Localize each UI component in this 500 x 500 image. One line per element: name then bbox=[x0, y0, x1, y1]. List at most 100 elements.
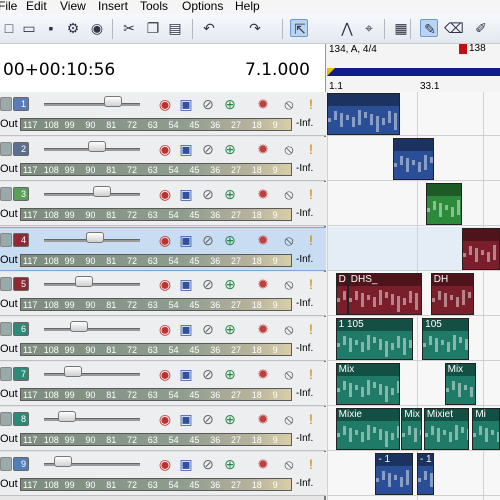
media-event-clip[interactable]: Mixiet bbox=[423, 408, 469, 450]
solo-icon[interactable]: ! bbox=[302, 275, 320, 293]
track-fx-icon[interactable]: ⊕ bbox=[221, 455, 239, 473]
timeline-lane[interactable] bbox=[327, 452, 500, 496]
track-minimize-button[interactable] bbox=[0, 322, 12, 336]
menu-options[interactable]: Options bbox=[182, 0, 223, 13]
media-event-clip[interactable]: Mix bbox=[401, 408, 423, 450]
paint-icon[interactable]: ✐✐ bbox=[472, 19, 490, 37]
cut-icon[interactable]: ✂✂ bbox=[120, 19, 138, 37]
media-event-clip[interactable]: Mixie bbox=[335, 408, 400, 450]
menu-help[interactable]: Help bbox=[235, 0, 260, 13]
solo-icon[interactable]: ! bbox=[302, 320, 320, 338]
track-minimize-button[interactable] bbox=[0, 187, 12, 201]
volume-slider-thumb[interactable] bbox=[104, 96, 123, 107]
record-arm-icon[interactable]: ◉ bbox=[156, 140, 174, 158]
volume-slider[interactable] bbox=[44, 373, 140, 376]
volume-slider-thumb[interactable] bbox=[63, 366, 82, 377]
timeline-area[interactable]: D DHS_ DH 1 105 105 Mix Mix Mixie Mix Mixiet Mi - 1… bbox=[327, 92, 500, 500]
undo-icon[interactable]: ↶↶ bbox=[200, 19, 218, 37]
record-arm-icon[interactable]: ◉ bbox=[156, 95, 174, 113]
solo-icon[interactable]: ! bbox=[302, 455, 320, 473]
track-header[interactable]: 4 ◉ ▣ ⊘ ⊕ ✹ ⦸! Out 117 108 99 90 81 72 63 54 45 36 27 18 9 -I… bbox=[0, 227, 326, 271]
timeline-ruler[interactable]: 134, A, 4/4 138 1.1 33.1 bbox=[327, 43, 500, 92]
eraser-icon[interactable]: ⌫⌫ bbox=[444, 19, 464, 37]
media-event-clip[interactable] bbox=[392, 138, 435, 180]
automation-icon[interactable]: ✹ bbox=[254, 185, 272, 203]
redo-icon[interactable]: ↷↷ bbox=[246, 19, 264, 37]
volume-slider-thumb[interactable] bbox=[87, 141, 106, 152]
mute-icon[interactable]: ⦸ bbox=[280, 185, 298, 203]
track-header[interactable]: 7 ◉ ▣ ⊘ ⊕ ✹ ⦸! Out 117 108 99 90 81 72 63 54 45 36 27 18 9 -I… bbox=[0, 362, 326, 406]
automation-icon[interactable]: ✹ bbox=[254, 365, 272, 383]
media-event-clip[interactable]: DH bbox=[430, 273, 475, 315]
monitor-icon[interactable]: ▣ bbox=[177, 95, 195, 113]
selection-edit-icon[interactable]: ⌖⌖ bbox=[360, 19, 378, 37]
fx-bypass-icon[interactable]: ⊘ bbox=[199, 410, 217, 428]
solo-icon[interactable]: ! bbox=[302, 231, 320, 249]
properties-icon[interactable]: ⚙⚙ bbox=[64, 19, 82, 37]
timeline-lane[interactable] bbox=[327, 182, 500, 226]
fx-bypass-icon[interactable]: ⊘ bbox=[199, 365, 217, 383]
track-minimize-button[interactable] bbox=[0, 97, 12, 111]
media-event-clip[interactable]: 1 105 bbox=[335, 318, 414, 360]
record-arm-icon[interactable]: ◉ bbox=[156, 410, 174, 428]
track-fx-icon[interactable]: ⊕ bbox=[221, 410, 239, 428]
mute-icon[interactable]: ⦸ bbox=[280, 410, 298, 428]
automation-icon[interactable]: ✹ bbox=[254, 455, 272, 473]
monitor-icon[interactable]: ▣ bbox=[177, 410, 195, 428]
volume-slider[interactable] bbox=[44, 103, 140, 106]
copy-icon[interactable]: ❐❐ bbox=[144, 19, 162, 37]
fx-bypass-icon[interactable]: ⊘ bbox=[199, 185, 217, 203]
track-fx-icon[interactable]: ⊕ bbox=[221, 95, 239, 113]
pencil-icon[interactable]: ✎✎ bbox=[420, 19, 438, 37]
track-header[interactable]: 5 ◉ ▣ ⊘ ⊕ ✹ ⦸! Out 117 108 99 90 81 72 63 54 45 36 27 18 9 -I… bbox=[0, 272, 326, 316]
track-fx-icon[interactable]: ⊕ bbox=[221, 365, 239, 383]
paste-icon[interactable]: ▤▤ bbox=[166, 19, 184, 37]
new-icon[interactable]: □□ bbox=[0, 19, 18, 37]
automation-icon[interactable]: ✹ bbox=[254, 140, 272, 158]
mute-icon[interactable]: ⦸ bbox=[280, 275, 298, 293]
automation-icon[interactable]: ✹ bbox=[254, 275, 272, 293]
track-header[interactable]: 8 ◉ ▣ ⊘ ⊕ ✹ ⦸! Out 117 108 99 90 81 72 63 54 45 36 27 18 9 -I… bbox=[0, 407, 326, 451]
loop-region-bar[interactable] bbox=[327, 68, 500, 76]
volume-slider-thumb[interactable] bbox=[69, 321, 88, 332]
media-event-clip[interactable]: DHS_ bbox=[347, 273, 423, 315]
monitor-icon[interactable]: ▣ bbox=[177, 365, 195, 383]
solo-icon[interactable]: ! bbox=[302, 140, 320, 158]
menu-file[interactable]: File bbox=[0, 0, 17, 13]
track-minimize-button[interactable] bbox=[0, 277, 12, 291]
monitor-icon[interactable]: ▣ bbox=[177, 231, 195, 249]
media-event-clip[interactable] bbox=[327, 93, 400, 135]
track-header[interactable]: 9 ◉ ▣ ⊘ ⊕ ✹ ⦸! Out 117 108 99 90 81 72 63 54 45 36 27 18 9 -I… bbox=[0, 452, 326, 496]
track-minimize-button[interactable] bbox=[0, 367, 12, 381]
track-header[interactable]: 1 ◉ ▣ ⊘ ⊕ ✹ ⦸! Out 117 108 99 90 81 72 63 54 45 36 27 18 9 -I… bbox=[0, 92, 326, 136]
menu-insert[interactable]: Insert bbox=[98, 0, 128, 13]
mute-icon[interactable]: ⦸ bbox=[280, 455, 298, 473]
media-event-clip[interactable]: Mi bbox=[472, 408, 500, 450]
solo-icon[interactable]: ! bbox=[302, 185, 320, 203]
automation-icon[interactable]: ✹ bbox=[254, 410, 272, 428]
track-minimize-button[interactable] bbox=[0, 412, 12, 426]
solo-icon[interactable]: ! bbox=[302, 95, 320, 113]
record-arm-icon[interactable]: ◉ bbox=[156, 231, 174, 249]
track-minimize-button[interactable] bbox=[0, 233, 12, 247]
mute-icon[interactable]: ⦸ bbox=[280, 231, 298, 249]
media-event-clip[interactable]: - 1 bbox=[375, 453, 414, 495]
media-event-clip[interactable]: 105 bbox=[422, 318, 469, 360]
fx-bypass-icon[interactable]: ⊘ bbox=[199, 275, 217, 293]
solo-icon[interactable]: ! bbox=[302, 410, 320, 428]
record-arm-icon[interactable]: ◉ bbox=[156, 185, 174, 203]
volume-slider-thumb[interactable] bbox=[58, 411, 77, 422]
media-event-clip[interactable]: D bbox=[335, 273, 348, 315]
open-icon[interactable]: ▭▭ bbox=[20, 19, 38, 37]
track-fx-icon[interactable]: ⊕ bbox=[221, 320, 239, 338]
monitor-icon[interactable]: ▣ bbox=[177, 275, 195, 293]
fx-bypass-icon[interactable]: ⊘ bbox=[199, 140, 217, 158]
media-event-clip[interactable] bbox=[461, 228, 500, 270]
envelope-edit-icon[interactable]: ⋀⋀ bbox=[338, 19, 356, 37]
media-event-clip[interactable]: Mix bbox=[444, 363, 476, 405]
project-media-icon[interactable]: ▦▦ bbox=[392, 19, 410, 37]
fx-bypass-icon[interactable]: ⊘ bbox=[199, 320, 217, 338]
volume-slider-thumb[interactable] bbox=[75, 276, 94, 287]
menu-tools[interactable]: Tools bbox=[140, 0, 168, 13]
track-minimize-button[interactable] bbox=[0, 457, 12, 471]
